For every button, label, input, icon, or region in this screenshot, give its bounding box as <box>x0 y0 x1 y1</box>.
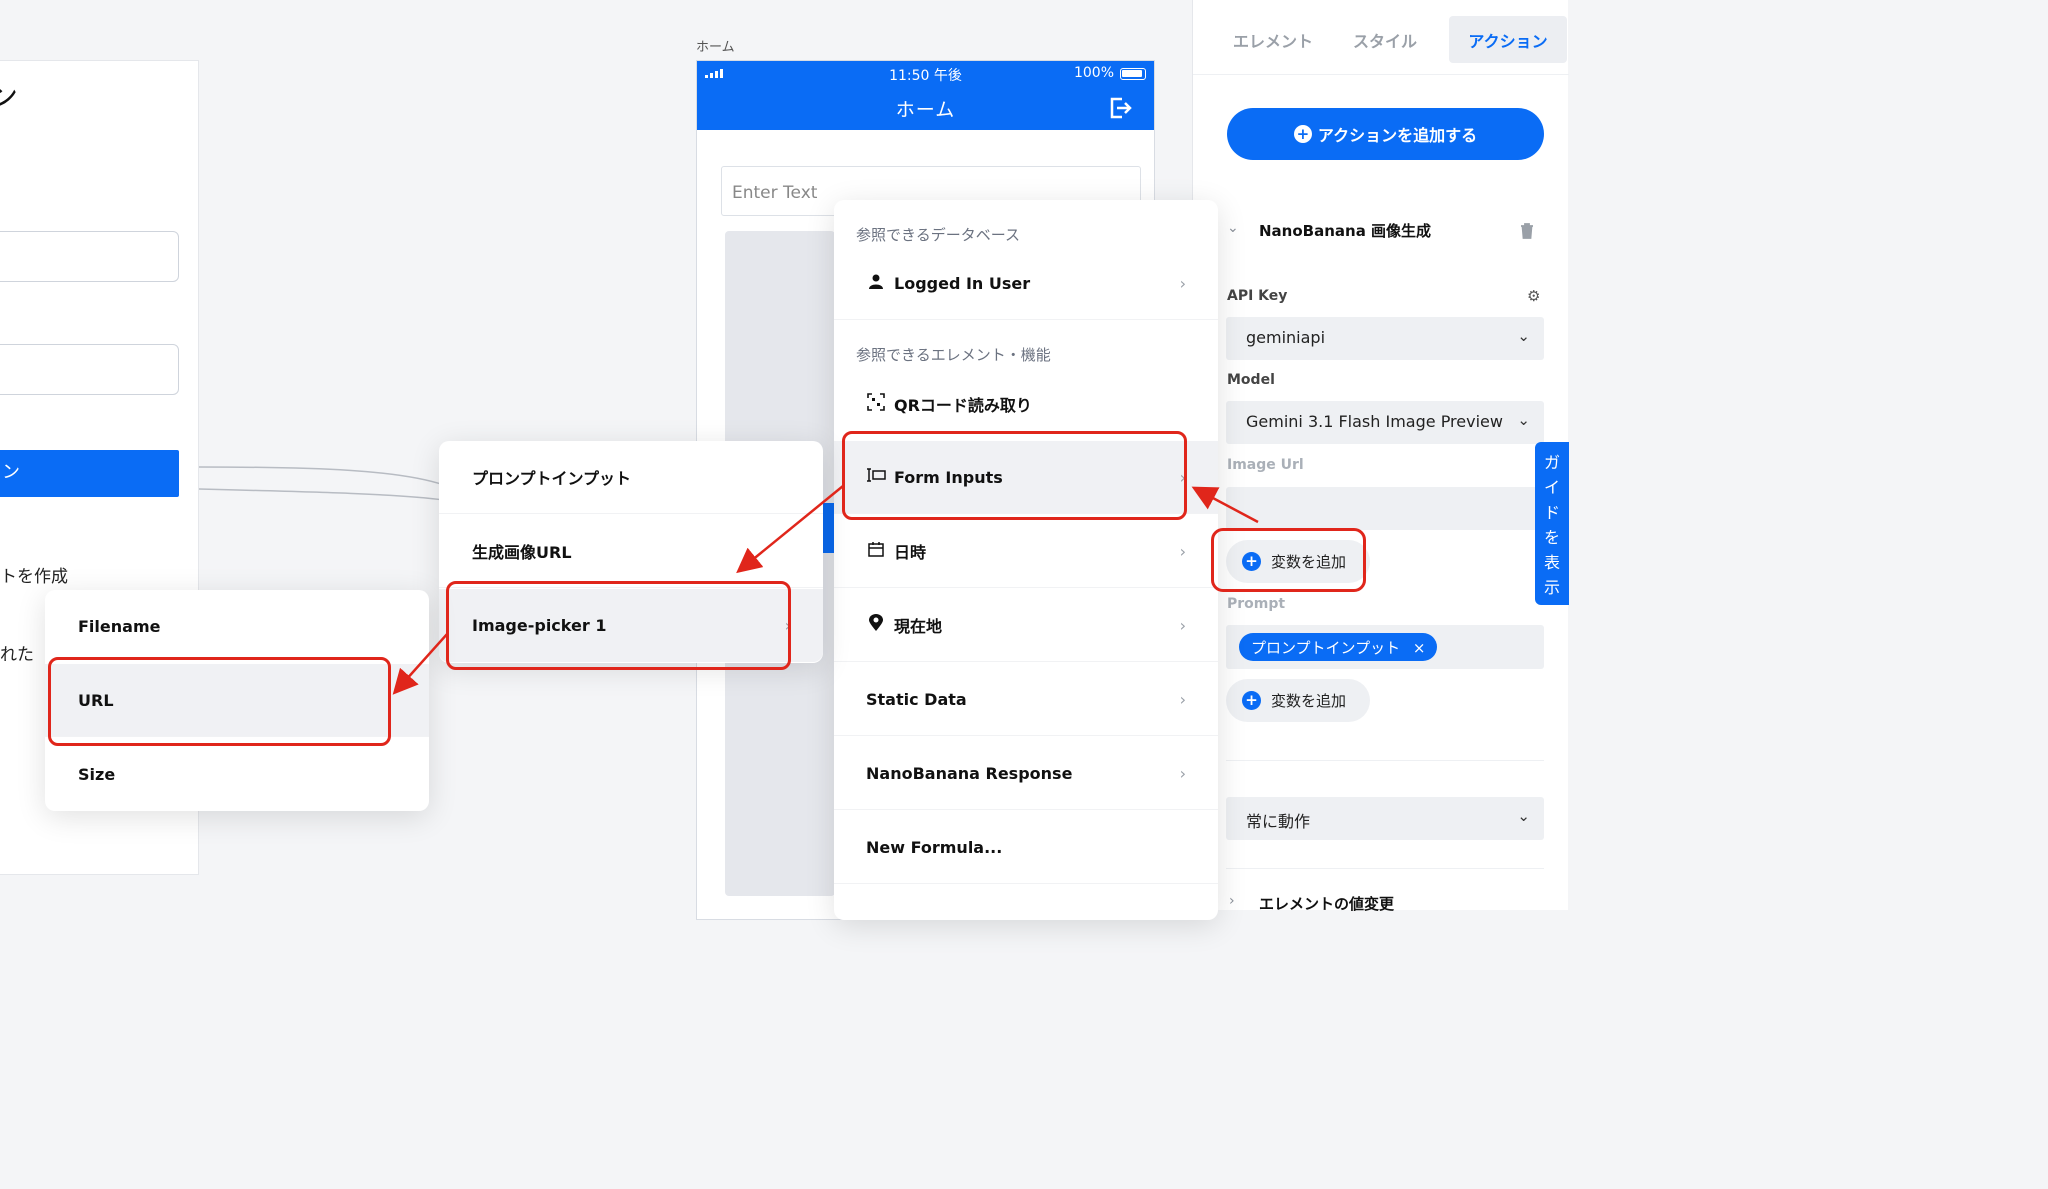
annotation-box-image-picker <box>446 581 791 670</box>
gear-icon[interactable]: ⚙ <box>1527 287 1540 305</box>
chevron-right-icon: › <box>1179 615 1186 635</box>
prompt-label: Prompt <box>1227 596 1286 612</box>
plus-icon: + <box>1242 691 1261 710</box>
trigger-select[interactable]: 常に動作 ⌄ <box>1226 797 1544 840</box>
image-url-field[interactable] <box>1226 487 1544 530</box>
expand-chevron-icon[interactable]: › <box>1229 893 1235 909</box>
api-key-select[interactable]: geminiapi ⌄ <box>1226 317 1544 360</box>
prompt-chip-label: プロンプトインプット <box>1251 639 1401 657</box>
login-email-field[interactable] <box>0 231 179 282</box>
menu-item-label: Static Data <box>866 689 967 709</box>
add-variable-button-prompt[interactable]: + 変数を追加 <box>1226 679 1370 722</box>
connector-lines <box>199 466 445 501</box>
tab-action[interactable]: アクション <box>1449 16 1567 63</box>
menu-item-location[interactable]: 現在地 › <box>834 589 1218 662</box>
annotation-box-url <box>48 657 391 746</box>
next-action-title: エレメントの値変更 <box>1259 895 1395 913</box>
model-value: Gemini 3.1 Flash Image Preview <box>1246 412 1503 431</box>
menu-item-filename[interactable]: Filename <box>45 590 429 663</box>
battery-icon <box>1120 68 1146 80</box>
guide-tab-label: ガイドを表示 <box>1543 453 1560 597</box>
action-section-title: NanoBanana 画像生成 <box>1259 222 1432 240</box>
menu-item-label: Size <box>78 765 116 784</box>
phone-screen-label: ホーム <box>696 40 735 55</box>
battery-percent: 100% <box>1073 65 1114 81</box>
menu-item-qr-scan[interactable]: QRコード読み取り <box>834 367 1218 440</box>
chevron-right-icon: › <box>1179 273 1186 293</box>
menu-item-label: 現在地 <box>894 617 943 636</box>
menu-item-label: QRコード読み取り <box>894 395 1032 415</box>
variable-source-menu: 参照できるデータベース Logged In User › 参照できるエレメント・… <box>834 200 1218 920</box>
location-pin-icon <box>866 614 886 636</box>
tab-divider <box>1193 74 1569 75</box>
menu-item-generated-image-url[interactable]: 生成画像URL <box>439 515 823 588</box>
menu-item-label: NanoBanana Response <box>866 763 1073 783</box>
panel-tabs: エレメント スタイル アクション <box>1193 16 1569 64</box>
close-icon[interactable]: × <box>1413 639 1426 657</box>
menu-item-label: 日時 <box>894 543 927 562</box>
menu-item-logged-in-user[interactable]: Logged In User › <box>834 247 1218 320</box>
menu-heading-database: 参照できるデータベース <box>856 226 1020 244</box>
login-hint-text: れた <box>0 645 34 665</box>
user-icon <box>866 273 886 293</box>
model-select[interactable]: Gemini 3.1 Flash Image Preview ⌄ <box>1226 401 1544 444</box>
menu-item-label: Filename <box>78 617 161 636</box>
annotation-box-add-variable <box>1211 528 1366 592</box>
chevron-right-icon: › <box>1179 763 1186 783</box>
login-title: ン <box>0 80 18 115</box>
login-button[interactable]: ン <box>0 450 179 497</box>
chevron-down-icon: ⌄ <box>1517 807 1530 825</box>
logout-icon[interactable] <box>1107 95 1133 121</box>
chevron-down-icon: ⌄ <box>1517 411 1530 429</box>
model-label: Model <box>1227 372 1275 388</box>
tab-element[interactable]: エレメント <box>1213 16 1333 63</box>
trash-icon[interactable] <box>1519 222 1535 240</box>
chevron-right-icon: › <box>1179 689 1186 709</box>
collapse-chevron-icon[interactable]: ⌄ <box>1227 220 1239 236</box>
api-key-value: geminiapi <box>1246 328 1326 347</box>
annotation-box-form-inputs <box>842 431 1187 520</box>
chevron-right-icon: › <box>1179 541 1186 561</box>
menu-item-label: Logged In User <box>894 273 1031 293</box>
plus-icon: + <box>1293 125 1312 143</box>
create-account-text[interactable]: トを作成 <box>0 562 68 587</box>
add-action-button[interactable]: + アクションを追加する <box>1227 108 1544 160</box>
chevron-down-icon: ⌄ <box>1517 327 1530 345</box>
add-action-label: アクションを追加する <box>1317 126 1478 145</box>
prompt-variable-chip[interactable]: プロンプトインプット × <box>1239 633 1438 661</box>
menu-item-label: New Formula... <box>866 837 1003 857</box>
menu-item-prompt-input[interactable]: プロンプトインプット <box>439 441 823 514</box>
guide-tab[interactable]: ガイドを表示 <box>1535 442 1569 605</box>
menu-item-new-formula[interactable]: New Formula... <box>834 811 1218 884</box>
menu-item-datetime[interactable]: 日時 › <box>834 515 1218 588</box>
qr-scan-icon <box>866 392 886 415</box>
trigger-value: 常に動作 <box>1246 812 1311 831</box>
menu-heading-elements: 参照できるエレメント・機能 <box>856 346 1051 364</box>
calendar-icon <box>866 541 886 561</box>
tab-style[interactable]: スタイル <box>1329 16 1441 63</box>
menu-item-label: プロンプトインプット <box>472 469 632 488</box>
phone-app-bar: 11:50 午後 100% ホーム <box>697 61 1154 130</box>
section-divider <box>1226 868 1544 869</box>
login-button-label: ン <box>2 462 20 483</box>
image-url-label: Image Url <box>1227 457 1304 473</box>
login-password-field[interactable] <box>0 344 179 395</box>
menu-item-size[interactable]: Size <box>45 738 429 811</box>
menu-item-static-data[interactable]: Static Data › <box>834 663 1218 736</box>
menu-item-label: 生成画像URL <box>472 543 572 562</box>
properties-panel: エレメント スタイル アクション + アクションを追加する ⌄ NanoBana… <box>1192 0 1569 913</box>
phone-page-title: ホーム <box>895 99 956 121</box>
section-divider <box>1226 760 1544 761</box>
add-variable-label: 変数を追加 <box>1271 692 1347 710</box>
api-key-label: API Key <box>1227 288 1288 304</box>
menu-item-nanobanana-response[interactable]: NanoBanana Response › <box>834 737 1218 810</box>
